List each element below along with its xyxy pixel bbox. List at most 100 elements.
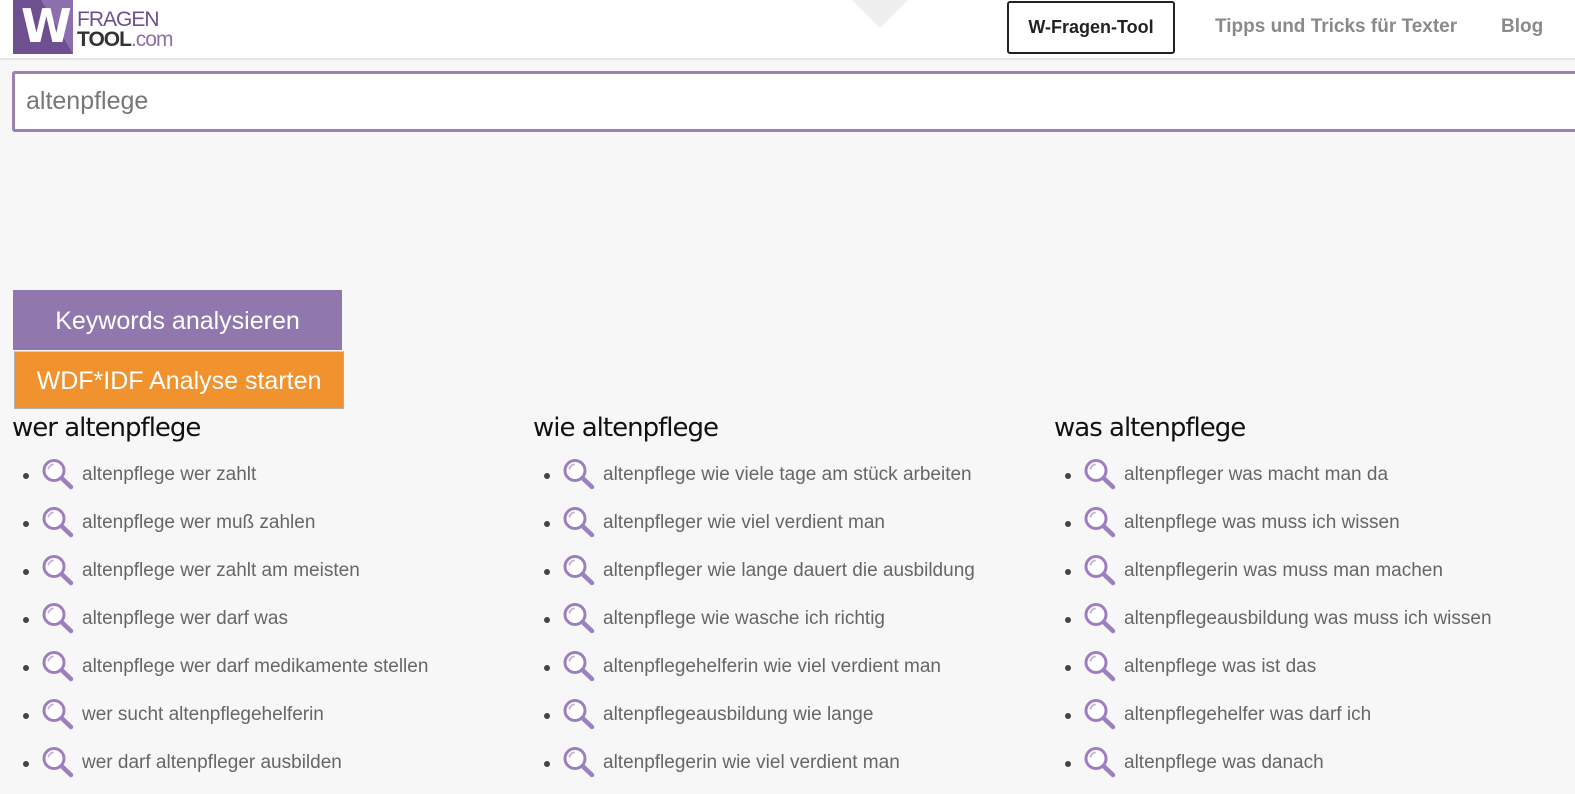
list-item[interactable]: altenpfleger was macht man da — [1054, 458, 1554, 506]
question-link[interactable]: altenpflege was ist das — [1124, 650, 1316, 684]
question-link[interactable]: altenpflege wie wasche ich richtig — [603, 602, 885, 636]
column-title: wie altenpflege — [533, 413, 719, 443]
question-list: altenpfleger was macht man da altenpflege… — [1054, 458, 1554, 794]
question-link[interactable]: altenpflege was muss ich wissen — [1124, 506, 1400, 540]
magnifier-icon[interactable] — [41, 554, 75, 586]
bullet — [1065, 761, 1071, 767]
question-list: altenpflege wie viele tage am stück arbe… — [533, 458, 1033, 794]
logo-line-1: FRAGEN — [77, 8, 160, 31]
list-item[interactable]: altenpflege wer zahlt — [12, 458, 512, 506]
bullet — [1065, 521, 1071, 527]
list-item[interactable]: altenpflege was muss ich wissen — [1054, 506, 1554, 554]
list-item[interactable]: altenpflegeausbildung wie lange — [533, 698, 1033, 746]
bullet — [544, 569, 550, 575]
logo-mark: W — [13, 0, 73, 54]
question-link[interactable]: altenpflegeausbildung was muss ich wisse… — [1124, 602, 1492, 636]
list-item[interactable]: altenpflegerin was muss man machen — [1054, 554, 1554, 602]
search-input[interactable] — [26, 74, 1575, 129]
question-link[interactable]: altenpflege wer darf medikamente stellen — [82, 650, 428, 684]
list-item[interactable]: altenpflege wie viele tage am stück arbe… — [533, 458, 1033, 506]
bullet — [1065, 617, 1071, 623]
magnifier-icon[interactable] — [562, 458, 596, 490]
question-column-wie: wie altenpflege altenpflege wie viele ta… — [533, 410, 1033, 794]
column-title: was altenpflege — [1054, 413, 1246, 443]
list-item[interactable]: altenpflege wer zahlt am meisten — [12, 554, 512, 602]
question-link[interactable]: altenpfleger was macht man da — [1124, 458, 1388, 492]
top-header: W FRAGEN TOOL.com W-Fragen-Tool Tipps un… — [0, 0, 1575, 60]
question-link[interactable]: altenpflege wie viele tage am stück arbe… — [603, 458, 972, 492]
magnifier-icon[interactable] — [1083, 698, 1117, 730]
bullet — [1065, 569, 1071, 575]
bullet — [23, 473, 29, 479]
nav-w-fragen-tool[interactable]: W-Fragen-Tool — [1007, 1, 1175, 54]
bullet — [544, 521, 550, 527]
question-link[interactable]: altenpflege wer muß zahlen — [82, 506, 315, 540]
magnifier-icon[interactable] — [1083, 602, 1117, 634]
list-item[interactable]: altenpflegerin wie viel verdient man — [533, 746, 1033, 794]
question-link[interactable]: wer sucht altenpflegehelferin — [82, 698, 324, 732]
bullet — [544, 473, 550, 479]
bullet — [1065, 713, 1071, 719]
question-column-was: was altenpflege altenpfleger was macht m… — [1054, 410, 1554, 794]
list-item[interactable]: altenpflege was danach — [1054, 746, 1554, 794]
question-link[interactable]: altenpflege wer darf was — [82, 602, 288, 636]
list-item[interactable]: altenpflegehelfer was darf ich — [1054, 698, 1554, 746]
question-list: altenpflege wer zahlt altenpflege wer muß… — [12, 458, 512, 794]
magnifier-icon[interactable] — [562, 602, 596, 634]
question-link[interactable]: altenpflegehelferin wie viel verdient ma… — [603, 650, 941, 684]
question-column-wer: wer altenpflege altenpflege wer zahlt alt… — [12, 410, 512, 794]
magnifier-icon[interactable] — [41, 458, 75, 490]
search-box — [12, 71, 1575, 132]
list-item[interactable]: wer darf altenpfleger ausbilden — [12, 746, 512, 794]
site-logo[interactable]: W FRAGEN TOOL.com — [13, 0, 173, 55]
magnifier-icon[interactable] — [562, 506, 596, 538]
list-item[interactable]: altenpflege was ist das — [1054, 650, 1554, 698]
list-item[interactable]: altenpflege wer darf was — [12, 602, 512, 650]
header-notch — [852, 0, 908, 28]
magnifier-icon[interactable] — [562, 650, 596, 682]
list-item[interactable]: altenpfleger wie viel verdient man — [533, 506, 1033, 554]
list-item[interactable]: altenpflege wie wasche ich richtig — [533, 602, 1033, 650]
magnifier-icon[interactable] — [41, 698, 75, 730]
list-item[interactable]: altenpfleger wie lange dauert die ausbil… — [533, 554, 1033, 602]
magnifier-icon[interactable] — [1083, 650, 1117, 682]
question-link[interactable]: altenpfleger wie lange dauert die ausbil… — [603, 554, 975, 588]
magnifier-icon[interactable] — [562, 554, 596, 586]
magnifier-icon[interactable] — [41, 746, 75, 778]
bullet — [544, 665, 550, 671]
question-link[interactable]: altenpflegerin wie viel verdient man — [603, 746, 900, 780]
question-link[interactable]: altenpflege wer zahlt am meisten — [82, 554, 360, 588]
question-link[interactable]: altenpflegeausbildung wie lange — [603, 698, 873, 732]
question-link[interactable]: wer darf altenpfleger ausbilden — [82, 746, 342, 780]
question-link[interactable]: altenpflegerin was muss man machen — [1124, 554, 1443, 588]
bullet — [23, 521, 29, 527]
nav-blog[interactable]: Blog — [1501, 0, 1543, 54]
magnifier-icon[interactable] — [1083, 458, 1117, 490]
bullet — [23, 569, 29, 575]
list-item[interactable]: altenpflege wer darf medikamente stellen — [12, 650, 512, 698]
bullet — [1065, 665, 1071, 671]
magnifier-icon[interactable] — [41, 506, 75, 538]
logo-line-2: TOOL.com — [77, 29, 173, 50]
nav-tipps-tricks[interactable]: Tipps und Tricks für Texter — [1215, 0, 1457, 54]
question-link[interactable]: altenpflegehelfer was darf ich — [1124, 698, 1371, 732]
magnifier-icon[interactable] — [1083, 506, 1117, 538]
magnifier-icon[interactable] — [1083, 554, 1117, 586]
magnifier-icon[interactable] — [1083, 746, 1117, 778]
question-link[interactable]: altenpflege wer zahlt — [82, 458, 256, 492]
magnifier-icon[interactable] — [562, 698, 596, 730]
bullet — [544, 713, 550, 719]
magnifier-icon[interactable] — [41, 650, 75, 682]
question-link[interactable]: altenpfleger wie viel verdient man — [603, 506, 885, 540]
bullet — [1065, 473, 1071, 479]
magnifier-icon[interactable] — [41, 602, 75, 634]
list-item[interactable]: altenpflegehelferin wie viel verdient ma… — [533, 650, 1033, 698]
keywords-analysieren-button[interactable]: Keywords analysieren — [13, 290, 342, 350]
question-link[interactable]: altenpflege was danach — [1124, 746, 1324, 780]
list-item[interactable]: altenpflegeausbildung was muss ich wisse… — [1054, 602, 1554, 650]
wdf-idf-analyse-button[interactable]: WDF*IDF Analyse starten — [14, 351, 344, 409]
magnifier-icon[interactable] — [562, 746, 596, 778]
list-item[interactable]: altenpflege wer muß zahlen — [12, 506, 512, 554]
list-item[interactable]: wer sucht altenpflegehelferin — [12, 698, 512, 746]
bullet — [23, 713, 29, 719]
